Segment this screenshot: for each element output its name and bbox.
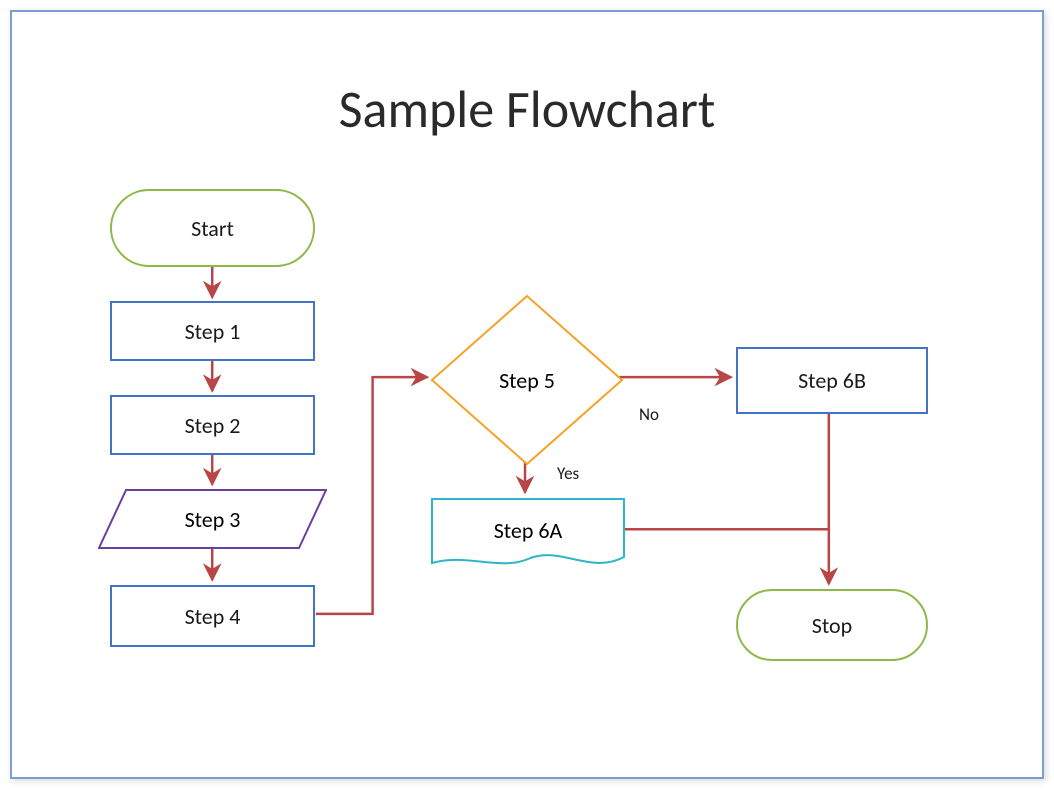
node-step6a: Step 6A (430, 497, 626, 573)
branch-label-yes: Yes (557, 463, 579, 484)
slide-frame: Sample Flowchart Start Step 1 (10, 10, 1044, 779)
slide-title: Sample Flowchart (12, 77, 1042, 141)
node-start-label: Start (191, 215, 234, 242)
node-step2: Step 2 (110, 395, 315, 455)
node-step1: Step 1 (110, 301, 315, 361)
node-step1-label: Step 1 (185, 318, 241, 345)
node-step6b: Step 6B (736, 347, 928, 414)
node-step6b-label: Step 6B (798, 367, 866, 394)
node-step4-label: Step 4 (185, 603, 241, 630)
node-stop-label: Stop (812, 612, 852, 639)
node-step6a-label: Step 6A (494, 517, 563, 544)
node-step5: Step 5 (430, 294, 624, 466)
node-stop: Stop (736, 589, 928, 661)
node-step4: Step 4 (110, 585, 315, 647)
arrow-step4-step5 (316, 377, 428, 614)
node-step3-label: Step 3 (185, 506, 241, 533)
node-step2-label: Step 2 (185, 412, 241, 439)
branch-label-no: No (639, 404, 659, 425)
node-start: Start (110, 189, 315, 267)
node-step5-label: Step 5 (499, 367, 555, 394)
node-step3: Step 3 (98, 489, 327, 549)
